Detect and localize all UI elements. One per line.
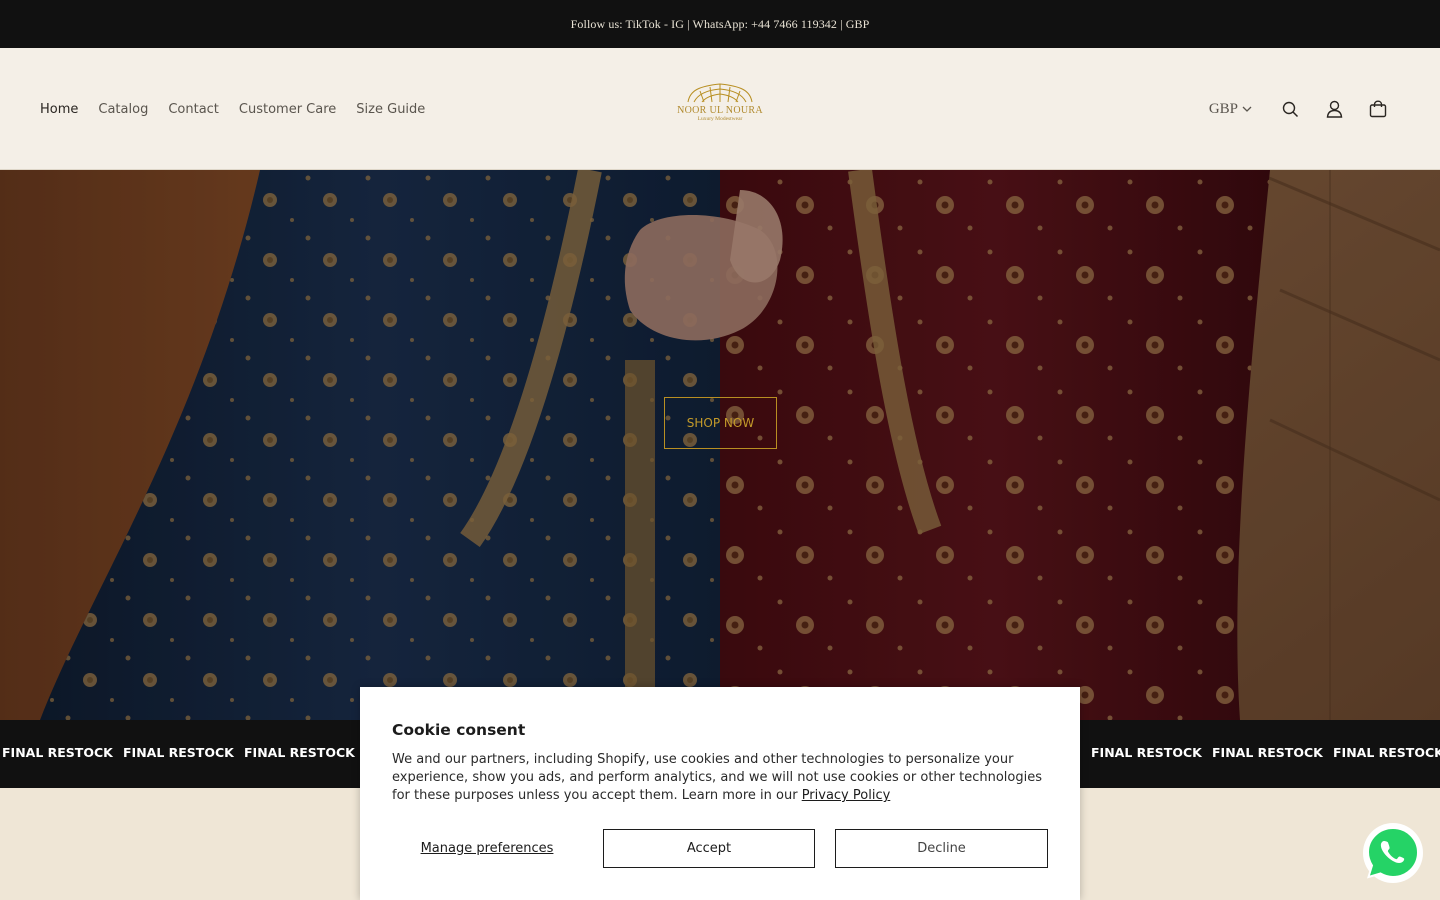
logo-name: NOOR UL NOURA	[677, 105, 763, 116]
chevron-down-icon	[1242, 106, 1252, 112]
currency-selector[interactable]: GBP	[1209, 101, 1252, 118]
marquee-item: FINAL RESTOCK	[1333, 745, 1440, 760]
shop-now-button[interactable]: SHOP NOW	[664, 397, 777, 449]
account-icon[interactable]	[1312, 87, 1356, 131]
cookie-consent-dialog: Cookie consent We and our partners, incl…	[360, 687, 1080, 900]
nav-item-home[interactable]: Home	[40, 102, 78, 117]
cookie-title: Cookie consent	[392, 721, 526, 739]
marquee-item: FINAL RESTOCK	[244, 745, 355, 760]
marquee-item: FINAL RESTOCK	[123, 745, 234, 760]
site-logo[interactable]: NOOR UL NOURA Luxury Modestwear	[670, 82, 770, 136]
currency-label: GBP	[1208, 100, 1238, 117]
accept-button[interactable]: Accept	[603, 829, 815, 868]
cart-icon[interactable]	[1356, 87, 1400, 131]
cookie-actions: Manage preferences Accept Decline	[392, 829, 1048, 868]
marquee-item: FINAL RESTOCK	[1212, 745, 1323, 760]
whatsapp-button[interactable]	[1362, 822, 1424, 884]
cookie-body-text: We and our partners, including Shopify, …	[392, 752, 1043, 803]
privacy-policy-link[interactable]: Privacy Policy	[802, 788, 891, 803]
nav-item-contact[interactable]: Contact	[168, 102, 219, 117]
logo-tagline: Luxury Modestwear	[697, 116, 743, 122]
marquee-item: FINAL RESTOCK	[2, 745, 113, 760]
main-nav: Home Catalog Contact Customer Care Size …	[40, 48, 425, 170]
announcement-text: Follow us: TikTok - IG | WhatsApp: +44 7…	[570, 16, 870, 31]
header-tools: GBP	[1209, 48, 1400, 170]
marquee-item: FINAL RESTOCK	[1091, 745, 1202, 760]
cookie-body: We and our partners, including Shopify, …	[392, 751, 1042, 805]
logo-ornament-icon	[687, 83, 753, 103]
hero-banner: SHOP NOW	[0, 170, 1440, 720]
nav-item-size-guide[interactable]: Size Guide	[356, 102, 425, 117]
decline-button[interactable]: Decline	[835, 829, 1048, 868]
manage-preferences-link[interactable]: Manage preferences	[392, 829, 582, 868]
announcement-bar: Follow us: TikTok - IG | WhatsApp: +44 7…	[0, 0, 1440, 48]
whatsapp-icon	[1363, 823, 1423, 883]
search-icon[interactable]	[1268, 87, 1312, 131]
nav-item-catalog[interactable]: Catalog	[98, 102, 148, 117]
nav-item-customer-care[interactable]: Customer Care	[239, 102, 336, 117]
site-header: Home Catalog Contact Customer Care Size …	[0, 48, 1440, 170]
